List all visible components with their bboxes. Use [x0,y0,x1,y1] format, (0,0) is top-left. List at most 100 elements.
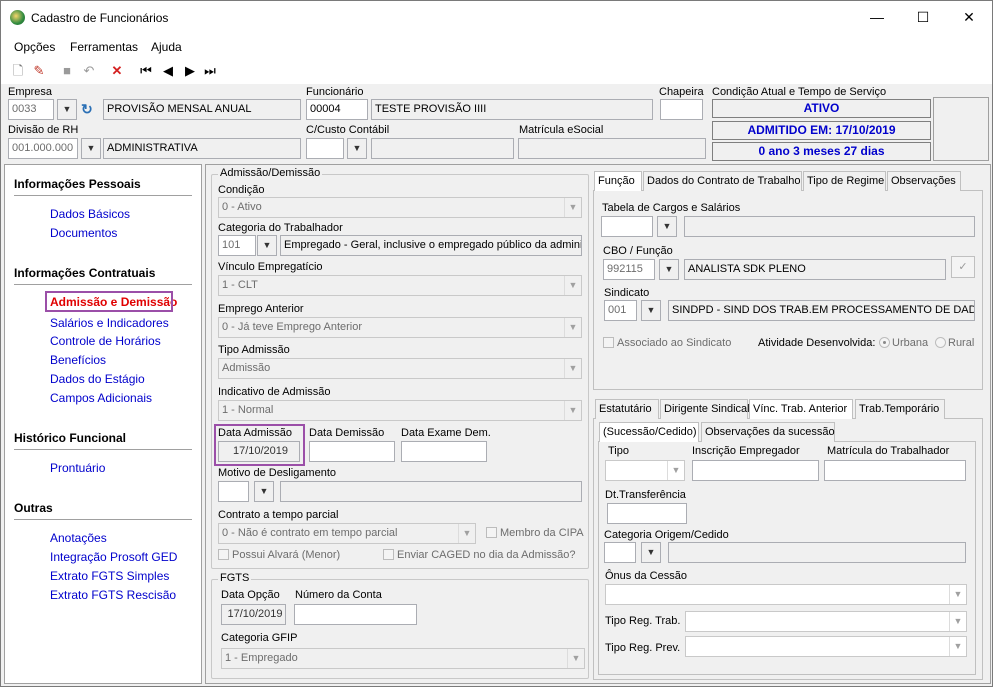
empresa-dropdown-button[interactable]: ▼ [57,99,77,120]
tab-estatutario[interactable]: Estatutário [595,399,659,419]
nav-controle-horarios[interactable]: Controle de Horários [50,334,161,348]
delete-icon[interactable]: ✕ [108,62,126,80]
undo-icon[interactable]: ↶ [80,62,98,80]
tab-vinc-trab-anterior[interactable]: Vínc. Trab. Anterior [749,399,853,419]
associado-sindicato-checkbox[interactable]: Associado ao Sindicato [603,337,731,349]
nav-campos-adicionais[interactable]: Campos Adicionais [50,391,152,405]
cbo-dropdown-button[interactable]: ▼ [659,259,679,280]
data-opcao-field[interactable]: 17/10/2019 [221,604,286,625]
custo-name-field [371,138,514,159]
tab-observacoes-sucessao[interactable]: Observações da sucessão [701,422,835,442]
new-document-icon[interactable]: 🗋 [9,62,27,80]
edit-pencil-icon[interactable]: ✎ [30,62,48,80]
nav-beneficios[interactable]: Benefícios [50,353,106,367]
nav-extrato-fgts-rescisao[interactable]: Extrato FGTS Rescisão [50,588,176,602]
tab-dados-contrato[interactable]: Dados do Contrato de Trabalho [643,171,802,191]
close-button[interactable]: ✕ [946,1,992,34]
nav-anotacoes[interactable]: Anotações [50,531,107,545]
menu-opcoes[interactable]: Opções [14,40,55,54]
toolbar: 🗋 ✎ ■ ↶ ✕ ⏮ ◀ ▶ ⏭ [1,58,992,84]
categoria-origem-desc-field [668,542,966,563]
categoria-origem-dropdown-button[interactable]: ▼ [641,542,661,563]
divisao-code-field[interactable]: 001.000.000 [8,138,78,159]
tipo-reg-prev-select[interactable]: ▼ [685,636,967,657]
nav-documentos[interactable]: Documentos [50,226,117,240]
menu-ferramentas[interactable]: Ferramentas [70,40,138,54]
funcionario-code-field[interactable]: 00004 [306,99,368,120]
data-demissao-label: Data Demissão [309,427,385,439]
condicao-select[interactable]: 0 - Ativo ▼ [218,197,582,218]
tab-trab-temporario[interactable]: Trab.Temporário [855,399,945,419]
previous-record-icon[interactable]: ◀ [159,62,177,80]
divisao-dropdown-button[interactable]: ▼ [81,138,101,159]
categoria-gfip-select[interactable]: 1 - Empregado ▼ [221,648,585,669]
custo-code-field[interactable] [306,138,344,159]
nav-dados-basicos[interactable]: Dados Básicos [50,207,130,221]
inscricao-label: Inscrição Empregador [692,445,800,457]
matricula-trabalhador-field[interactable] [824,460,966,481]
emprego-anterior-select[interactable]: 0 - Já teve Emprego Anterior ▼ [218,317,582,338]
nav-salarios[interactable]: Salários e Indicadores [50,316,169,330]
empresa-code-field[interactable]: 0033 [8,99,54,120]
maximize-button[interactable]: ☐ [900,1,946,34]
sindicato-desc-field: SINDPD - SIND DOS TRAB.EM PROCESSAMENTO … [668,300,975,321]
tipo-admissao-select[interactable]: Admissão ▼ [218,358,582,379]
categoria-origem-code-field[interactable] [604,542,636,563]
sindicato-code-field[interactable]: 001 [604,300,637,321]
indicativo-select[interactable]: 1 - Normal ▼ [218,400,582,421]
tabela-cargos-dropdown-button[interactable]: ▼ [657,216,677,237]
motivo-dropdown-button[interactable]: ▼ [254,481,274,502]
tab-sucessao-cedido[interactable]: (Sucessão/Cedido) [599,422,699,442]
last-record-icon[interactable]: ⏭ [201,62,219,80]
save-icon[interactable]: ■ [58,62,76,80]
chapeira-field[interactable] [660,99,703,120]
next-record-icon[interactable]: ▶ [181,62,199,80]
motivo-code-field[interactable] [218,481,249,502]
minimize-button[interactable]: — [854,1,900,34]
nav-integracao-ged[interactable]: Integração Prosoft GED [50,550,177,564]
cbo-code-field[interactable]: 992115 [603,259,655,280]
categoria-code-field[interactable]: 101 [218,235,256,256]
alvara-checkbox[interactable]: Possui Alvará (Menor) [218,549,340,561]
contrato-select[interactable]: 0 - Não é contrato em tempo parcial ▼ [218,523,476,544]
funcionario-name-field: TESTE PROVISÃO IIII [371,99,653,120]
nav-prontuario[interactable]: Prontuário [50,461,105,475]
caged-checkbox[interactable]: Enviar CAGED no dia da Admissão? [383,549,576,561]
tabela-cargos-code-field[interactable] [601,216,653,237]
matricula-trabalhador-label: Matrícula do Trabalhador [827,445,950,457]
vinculo-select[interactable]: 1 - CLT ▼ [218,275,582,296]
urbana-radio[interactable]: Urbana [879,337,928,349]
data-exame-label: Data Exame Dem. [401,427,491,439]
menu-ajuda[interactable]: Ajuda [151,40,182,54]
matricula-esocial-field[interactable] [518,138,706,159]
rural-radio[interactable]: Rural [935,337,974,349]
custo-label: C/Custo Contábil [306,124,390,136]
inscricao-field[interactable] [692,460,819,481]
photo-box[interactable] [933,97,989,161]
membro-cipa-checkbox[interactable]: Membro da CIPA [486,527,584,539]
tipo-select[interactable]: ▼ [605,460,685,481]
atividade-label: Atividade Desenvolvida: [758,337,876,349]
custo-dropdown-button[interactable]: ▼ [347,138,367,159]
data-admissao-field[interactable]: 17/10/2019 [218,441,300,462]
dt-transferencia-field[interactable] [607,503,687,524]
tab-observacoes[interactable]: Observações [887,171,961,191]
tab-tipo-regime[interactable]: Tipo de Regime [803,171,886,191]
condicao-atual-label: Condição Atual e Tempo de Serviço [712,86,887,98]
refresh-icon[interactable]: ↻ [81,101,93,118]
tipo-reg-trab-select[interactable]: ▼ [685,611,967,632]
tab-dirigente-sindical[interactable]: Dirigente Sindical [660,399,750,419]
tipo-admissao-label: Tipo Admissão [218,344,290,356]
numero-conta-field[interactable] [294,604,417,625]
tab-funcao[interactable]: Função [594,171,642,191]
confirm-check-icon[interactable]: ✓ [951,256,975,278]
first-record-icon[interactable]: ⏮ [137,62,155,80]
categoria-dropdown-button[interactable]: ▼ [257,235,277,256]
sindicato-dropdown-button[interactable]: ▼ [641,300,661,321]
nav-extrato-fgts-simples[interactable]: Extrato FGTS Simples [50,569,169,583]
data-demissao-field[interactable] [309,441,395,462]
section-outras: Outras [14,501,53,515]
nav-dados-estagio[interactable]: Dados do Estágio [50,372,145,386]
onus-cessao-select[interactable]: ▼ [605,584,967,605]
data-exame-field[interactable] [401,441,487,462]
